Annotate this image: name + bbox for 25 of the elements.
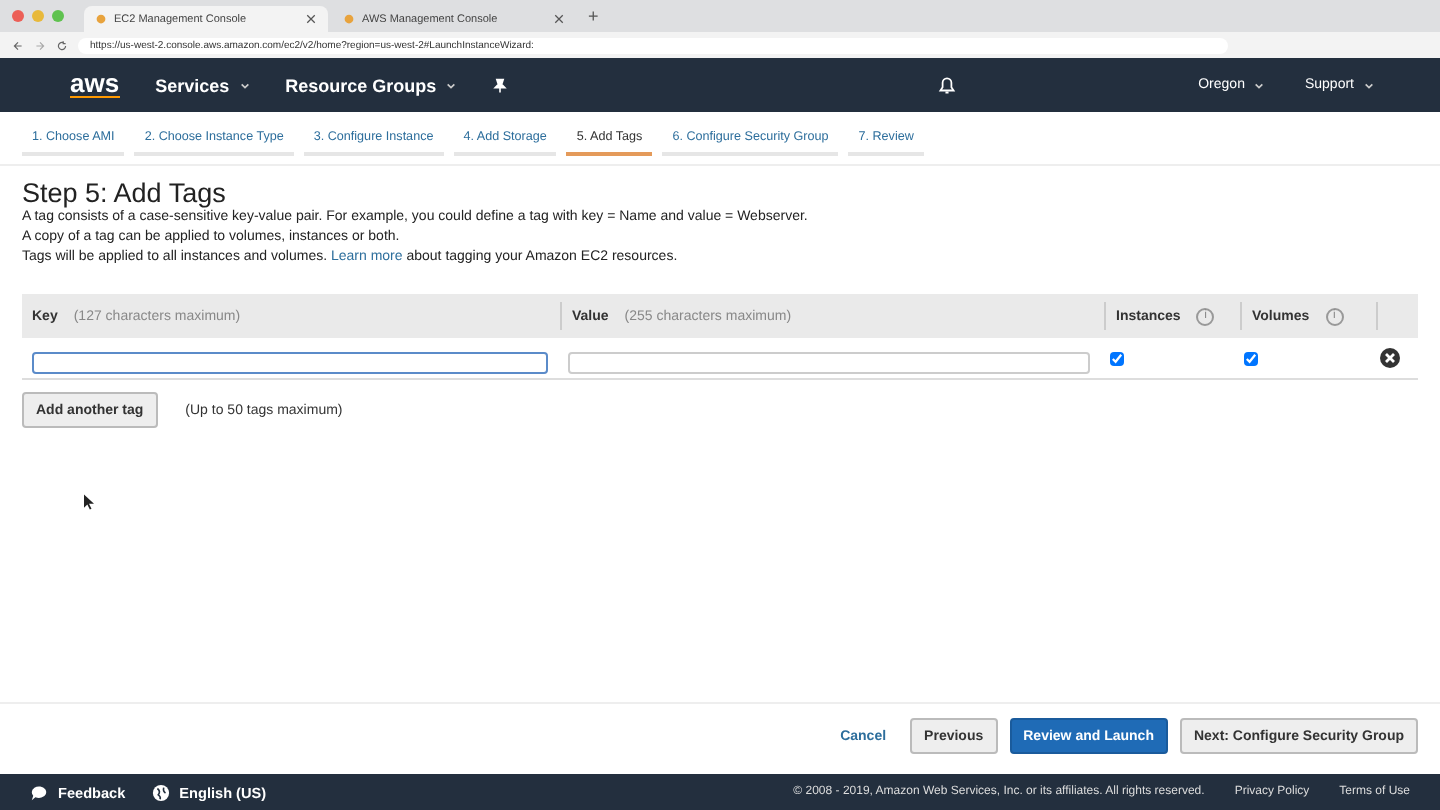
globe-icon — [151, 783, 170, 801]
bell-icon[interactable] — [936, 74, 959, 96]
caret-icon — [1254, 81, 1265, 89]
pin-icon[interactable] — [492, 77, 509, 93]
value-input-field[interactable] — [568, 352, 1090, 374]
speech-bubble-icon — [30, 783, 48, 801]
volumes-checkbox[interactable] — [1244, 352, 1259, 366]
caret-icon — [446, 81, 457, 89]
back-icon[interactable] — [12, 39, 24, 51]
key-input-field[interactable] — [32, 352, 549, 374]
remove-icon[interactable] — [1380, 348, 1401, 368]
page-heading: Step 5: Add Tags — [22, 178, 228, 208]
mouse-cursor-icon — [84, 494, 94, 510]
caret-icon — [239, 81, 250, 89]
nav-menu[interactable]: Services — [155, 75, 250, 95]
instances-checkbox[interactable] — [1109, 352, 1124, 366]
favicon-icon — [344, 14, 354, 24]
caret-icon — [1364, 81, 1374, 89]
aws-logo[interactable]: aws — [70, 72, 120, 98]
nav-menu[interactable]: Resource Groups — [285, 75, 457, 95]
new-tab-button[interactable]: + — [580, 6, 599, 26]
close-icon[interactable] — [554, 14, 564, 24]
reload-icon[interactable] — [56, 39, 68, 51]
favicon-icon — [96, 14, 106, 24]
close-icon[interactable] — [306, 14, 316, 24]
